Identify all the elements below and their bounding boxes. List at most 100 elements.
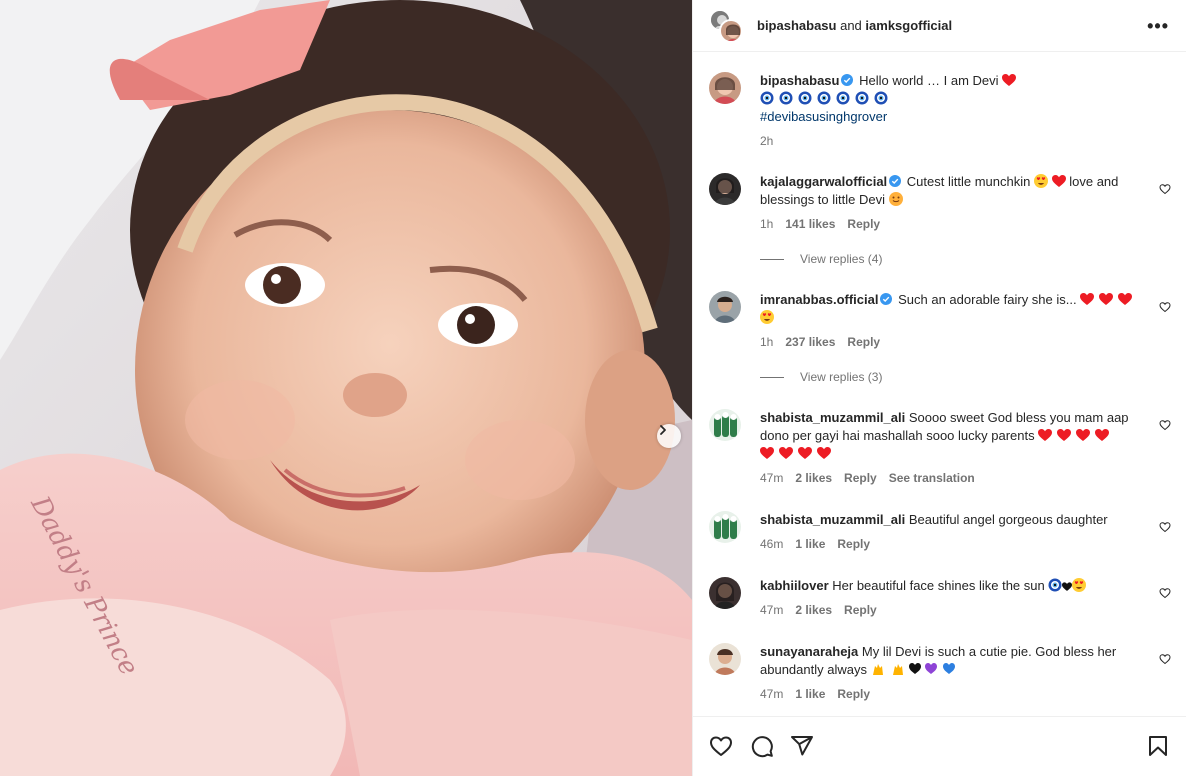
red-heart-emoji-icon bbox=[1051, 175, 1066, 187]
nazar-amulet-icon bbox=[1048, 578, 1062, 592]
comment-meta: 47m 1 like Reply bbox=[760, 687, 870, 701]
comment-item: shabista_muzammil_ali Beautiful angel go… bbox=[709, 511, 1171, 561]
chevron-right-icon bbox=[660, 425, 666, 435]
comment-time: 1h bbox=[760, 217, 774, 231]
view-replies-button[interactable]: View replies (3) bbox=[760, 370, 882, 384]
nazar-emoji-row bbox=[760, 91, 895, 106]
mixed-emoji-icon bbox=[872, 663, 955, 675]
comment-time: 47m bbox=[760, 603, 784, 617]
divider bbox=[760, 258, 784, 260]
comment-likes[interactable]: 141 likes bbox=[785, 217, 835, 231]
heart-eyes-emoji-icon bbox=[1033, 174, 1048, 188]
comment-likes[interactable]: 2 likes bbox=[795, 471, 832, 485]
collab-avatars[interactable] bbox=[709, 8, 743, 43]
reply-button[interactable]: Reply bbox=[847, 335, 880, 349]
avatar[interactable] bbox=[709, 409, 741, 441]
comment-item: imranabbas.official Such an adorable fai… bbox=[709, 291, 1171, 384]
view-replies-button[interactable]: View replies (4) bbox=[760, 252, 882, 266]
action-bar bbox=[693, 716, 1186, 776]
next-photo-button[interactable] bbox=[657, 424, 681, 448]
like-comment-heart-icon[interactable] bbox=[1159, 521, 1171, 533]
heart-eyes-emoji-icon bbox=[760, 310, 774, 324]
black-heart-emoji-icon bbox=[1062, 582, 1073, 591]
like-comment-heart-icon[interactable] bbox=[1159, 653, 1171, 665]
avatar[interactable] bbox=[709, 511, 741, 543]
comment-username[interactable]: sunayanaraheja bbox=[760, 644, 858, 659]
caption-hashtag[interactable]: #devibasusinghgrover bbox=[760, 109, 887, 124]
comment-likes[interactable]: 1 like bbox=[795, 687, 825, 701]
comment-username[interactable]: kabhiilover bbox=[760, 578, 829, 593]
post-header: bipashabasu and iamksgofficial ••• bbox=[693, 0, 1186, 52]
comment-time: 1h bbox=[760, 335, 774, 349]
comment-item: shabista_muzammil_ali Soooo sweet God bl… bbox=[709, 409, 1171, 489]
avatar[interactable] bbox=[709, 72, 741, 104]
view-replies-label: View replies (4) bbox=[800, 252, 883, 266]
comment-time: 46m bbox=[760, 537, 784, 551]
caption-username[interactable]: bipashabasu bbox=[760, 73, 839, 88]
divider bbox=[760, 376, 784, 378]
comment-icon[interactable] bbox=[750, 734, 774, 758]
comment-likes[interactable]: 1 like bbox=[795, 537, 825, 551]
verified-badge-icon bbox=[841, 74, 854, 86]
comment-item: sunayanaraheja My lil Devi is such a cut… bbox=[709, 643, 1171, 703]
reply-button[interactable]: Reply bbox=[844, 603, 877, 617]
caption-time: 2h bbox=[760, 134, 774, 148]
comment-username[interactable]: shabista_muzammil_ali bbox=[760, 512, 905, 527]
comment-text: Her beautiful face shines like the sun bbox=[832, 578, 1045, 593]
view-replies-label: View replies (3) bbox=[800, 370, 883, 384]
header-and-text: and bbox=[840, 18, 862, 33]
post-side-panel: bipashabasu and iamksgofficial ••• bipas… bbox=[692, 0, 1186, 776]
comment-time: 47m bbox=[760, 687, 784, 701]
post-photo[interactable]: Daddy's Prince bbox=[0, 0, 692, 776]
avatar[interactable] bbox=[709, 291, 741, 323]
reply-button[interactable]: Reply bbox=[837, 687, 870, 701]
baby-photo-illustration: Daddy's Prince bbox=[0, 0, 692, 776]
comment-meta: 47m 2 likes Reply bbox=[760, 603, 877, 617]
caption-text: Hello world … I am Devi bbox=[859, 73, 999, 88]
like-comment-heart-icon[interactable] bbox=[1159, 183, 1171, 195]
heart-eyes-emoji-icon bbox=[1072, 578, 1087, 592]
comment-likes[interactable]: 2 likes bbox=[795, 603, 832, 617]
comment-meta: 46m 1 like Reply bbox=[760, 537, 870, 551]
red-hearts-emoji-icon bbox=[760, 447, 831, 459]
hugging-face-emoji-icon bbox=[888, 192, 903, 206]
comment-username[interactable]: imranabbas.official bbox=[760, 292, 878, 307]
comment-item: kajalaggarwalofficial Cutest little munc… bbox=[709, 173, 1171, 266]
header-username-2[interactable]: iamksgofficial bbox=[865, 18, 952, 33]
send-icon[interactable] bbox=[790, 734, 814, 758]
nazar-amulet-icon bbox=[760, 91, 888, 105]
like-comment-heart-icon[interactable] bbox=[1159, 419, 1171, 431]
comment-meta: 1h 141 likes Reply bbox=[760, 217, 880, 231]
header-username-1[interactable]: bipashabasu bbox=[757, 18, 836, 33]
reply-button[interactable]: Reply bbox=[844, 471, 877, 485]
like-comment-heart-icon[interactable] bbox=[1159, 301, 1171, 313]
red-hearts-emoji-icon bbox=[1038, 429, 1110, 441]
avatar[interactable] bbox=[719, 18, 743, 43]
avatar[interactable] bbox=[709, 173, 741, 205]
bookmark-icon[interactable] bbox=[1146, 734, 1170, 758]
comment-text: Beautiful angel gorgeous daughter bbox=[908, 512, 1108, 527]
comment-meta: 1h 237 likes Reply bbox=[760, 335, 880, 349]
heart-icon[interactable] bbox=[709, 734, 733, 758]
comment-likes[interactable]: 237 likes bbox=[785, 335, 835, 349]
comment-meta: 47m 2 likes Reply See translation bbox=[760, 471, 975, 485]
see-translation-button[interactable]: See translation bbox=[889, 471, 975, 485]
comment-username[interactable]: shabista_muzammil_ali bbox=[760, 410, 905, 425]
avatar[interactable] bbox=[709, 643, 741, 675]
caption-meta: 2h bbox=[760, 134, 773, 148]
caption: bipashabasu Hello world … I am Devi #dev… bbox=[709, 72, 1171, 152]
comment-text: Such an adorable fairy she is... bbox=[898, 292, 1077, 307]
red-heart-emoji-icon bbox=[1002, 74, 1017, 86]
reply-button[interactable]: Reply bbox=[847, 217, 880, 231]
comment-username[interactable]: kajalaggarwalofficial bbox=[760, 174, 887, 189]
verified-badge-icon bbox=[889, 175, 902, 187]
verified-badge-icon bbox=[880, 293, 893, 305]
avatar[interactable] bbox=[709, 577, 741, 609]
reply-button[interactable]: Reply bbox=[837, 537, 870, 551]
more-options-button[interactable]: ••• bbox=[1147, 16, 1169, 37]
comments-list[interactable]: bipashabasu Hello world … I am Devi #dev… bbox=[693, 52, 1186, 716]
comment-item: kabhiilover Her beautiful face shines li… bbox=[709, 577, 1171, 627]
comment-time: 47m bbox=[760, 471, 784, 485]
like-comment-heart-icon[interactable] bbox=[1159, 587, 1171, 599]
comment-text: Cutest little munchkin bbox=[906, 174, 1031, 189]
